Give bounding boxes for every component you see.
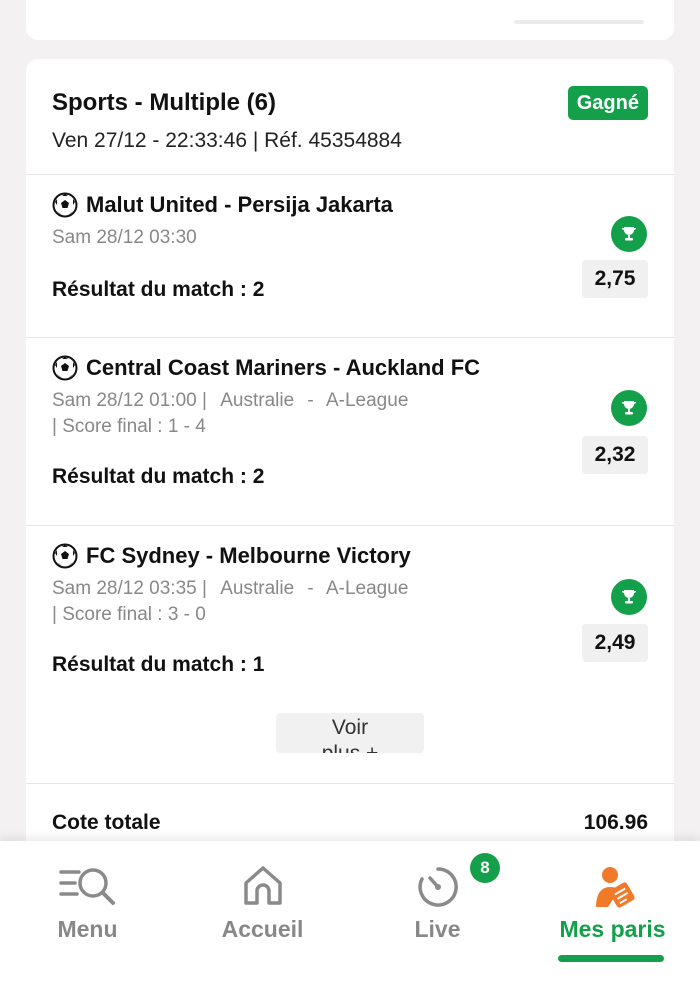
bets-user-icon — [595, 867, 635, 908]
final-score: | Score final : 1 - 4 — [52, 416, 206, 437]
selection-title: Central Coast Mariners - Auckland FC — [52, 355, 480, 381]
status-badge: Gagné — [567, 86, 648, 120]
match-date: Sam 28/12 01:00 | — [52, 390, 207, 411]
match-league: A-League — [325, 578, 409, 599]
see-more-label: Voir — [331, 716, 369, 739]
match-country: Australie — [220, 578, 295, 599]
odd-value: 2,49 — [582, 624, 648, 662]
nav-item-menu[interactable]: Menu — [0, 841, 175, 1000]
nav-item-home[interactable]: Accueil — [175, 841, 350, 1000]
selection-market: Résultat du match : 2 — [52, 278, 265, 301]
selection-details: Sam 28/12 01:00 | Australie - A-League |… — [52, 388, 408, 440]
nav-item-my-bets[interactable]: Mes paris — [525, 841, 700, 1000]
selection-details: Sam 28/12 03:35 | Australie - A-League |… — [52, 576, 408, 628]
active-tab-indicator — [558, 955, 664, 962]
bet-card[interactable]: Sports - Multiple (6) Gagné Ven 27/12 - … — [26, 59, 674, 859]
bet-header: Sports - Multiple (6) Gagné Ven 27/12 - … — [26, 59, 674, 175]
selection-item: FC Sydney - Melbourne Victory Sam 28/12 … — [26, 526, 674, 784]
match-name: Central Coast Mariners - Auckland FC — [86, 355, 481, 380]
match-name: Malut United - Persija Jakarta — [86, 192, 393, 217]
bottom-nav: Menu Accueil Live 8 Mes paris — [0, 841, 700, 1000]
selection-market: Résultat du match : 2 — [52, 465, 265, 488]
soccer-ball-icon — [52, 355, 78, 381]
separator-dash: - — [307, 578, 314, 599]
match-name: FC Sydney - Melbourne Victory — [86, 543, 411, 568]
match-date: Sam 28/12 03:35 | — [52, 578, 207, 599]
trophy-icon — [611, 216, 647, 252]
trophy-icon — [611, 579, 647, 615]
nav-label: Mes paris — [559, 916, 666, 942]
odd-value: 2,75 — [582, 260, 648, 298]
selection-date: Sam 28/12 03:30 — [52, 225, 197, 251]
selection-item: Malut United - Persija Jakarta Sam 28/12… — [26, 175, 674, 338]
soccer-ball-icon — [52, 543, 78, 569]
total-odds-value: 106.96 — [583, 811, 648, 834]
selection-title: FC Sydney - Melbourne Victory — [52, 543, 411, 569]
see-more-button[interactable]: Voir plus + — [276, 713, 424, 753]
see-more-label-cut: plus + — [276, 741, 424, 753]
match-country: Australie — [220, 390, 295, 411]
previous-card-stub — [514, 20, 644, 24]
nav-label: Accueil — [221, 916, 304, 942]
final-score: | Score final : 3 - 0 — [52, 604, 206, 625]
odd-value: 2,32 — [582, 436, 648, 474]
stopwatch-icon — [417, 867, 458, 907]
selection-item: Central Coast Mariners - Auckland FC Sam… — [26, 338, 674, 526]
nav-label: Menu — [57, 916, 118, 942]
match-date: Sam 28/12 03:30 — [52, 227, 197, 248]
bet-meta: Ven 27/12 - 22:33:46 | Réf. 45354884 — [52, 129, 402, 152]
total-odds-row: Cote totale 106.96 — [26, 785, 674, 845]
selection-title: Malut United - Persija Jakarta — [52, 192, 393, 218]
previous-bet-card — [26, 0, 674, 40]
soccer-ball-icon — [52, 192, 78, 218]
match-league: A-League — [325, 390, 409, 411]
menu-search-icon — [58, 868, 115, 905]
home-icon — [243, 866, 282, 905]
total-odds-label: Cote totale — [52, 811, 161, 834]
live-count-badge: 8 — [470, 853, 500, 883]
separator-dash: - — [307, 390, 314, 411]
trophy-icon — [611, 390, 647, 426]
selection-market: Résultat du match : 1 — [52, 653, 265, 676]
nav-label: Live — [414, 916, 461, 942]
bet-title: Sports - Multiple (6) — [52, 89, 276, 116]
